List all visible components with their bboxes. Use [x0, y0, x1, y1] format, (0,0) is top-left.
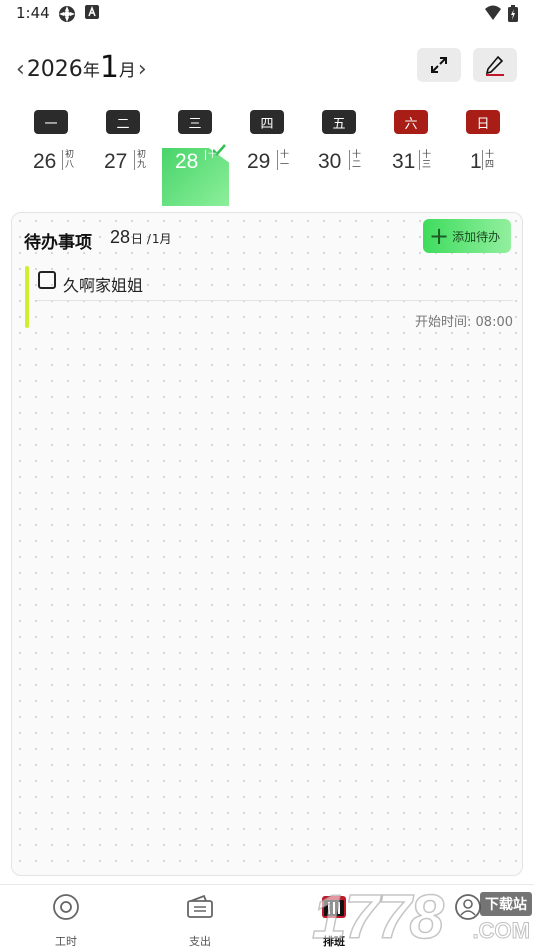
day-cell[interactable]: 六 31 十三 — [376, 108, 446, 208]
network-icon — [59, 6, 75, 22]
day-cell[interactable]: 五 30 十二 — [304, 108, 374, 208]
todo-color-bar — [25, 266, 29, 328]
month-number[interactable]: 1 — [100, 52, 119, 84]
expand-icon — [431, 57, 447, 73]
user-icon — [455, 894, 481, 920]
add-todo-button[interactable]: + 添加待办 — [423, 219, 511, 253]
todo-checkbox[interactable] — [38, 271, 56, 289]
lunar-date: 十一 — [277, 150, 289, 170]
day-cell-selected[interactable]: 三 28 十 — [160, 108, 230, 208]
todo-date: 28 日 / 1月 — [110, 227, 172, 248]
day-number: 27 — [104, 150, 128, 173]
weekday-label: 五 — [322, 110, 356, 134]
schedule-icon — [322, 896, 346, 918]
nav-label: 工时 — [55, 935, 77, 948]
weekday-label: 四 — [250, 110, 284, 134]
lunar-date: 十四 — [482, 150, 494, 170]
add-todo-label: 添加待办 — [452, 229, 501, 244]
todo-title: 待办事项 — [24, 233, 92, 253]
month-navigator: ‹ 2026 年 1 月 › — [14, 48, 149, 84]
divider — [37, 300, 513, 301]
status-bar: 1:44 — [0, 0, 534, 28]
weekday-label: 三 — [178, 110, 212, 134]
day-number: 26 — [33, 150, 57, 173]
wallet-icon — [187, 894, 213, 918]
nav-label: 排班 — [323, 935, 345, 948]
todo-date-day: 28 — [110, 227, 131, 247]
year-label[interactable]: 2026 — [27, 56, 83, 84]
day-number: 28 — [175, 150, 199, 173]
nav-item-profile[interactable] — [433, 893, 503, 947]
chevron-left-icon[interactable]: ‹ — [14, 56, 27, 84]
wifi-icon — [485, 5, 501, 20]
weekday-label: 二 — [106, 110, 140, 134]
plus-icon: + — [429, 222, 450, 250]
status-time: 1:44 — [16, 4, 50, 22]
lunar-date: 初九 — [134, 150, 146, 170]
lunar-date: 十二 — [349, 150, 361, 170]
lunar-date: 十 — [205, 150, 217, 160]
nav-item-expenses[interactable]: 支出 — [165, 893, 235, 948]
day-number: 29 — [247, 150, 271, 173]
day-cell[interactable]: 一 26 初八 — [16, 108, 86, 208]
weekday-label: 六 — [394, 110, 428, 134]
todo-item-text: 久啊家姐姐 — [63, 276, 144, 295]
todo-panel: 待办事项 28 日 / 1月 + 添加待办 久啊家姐姐 开始时间: 08:00 — [11, 212, 523, 876]
battery-icon — [508, 5, 518, 22]
day-number: 1 — [470, 150, 482, 173]
lunar-date: 初八 — [62, 150, 74, 170]
year-suffix: 年 — [82, 61, 100, 81]
day-cell[interactable]: 四 29 十一 — [232, 108, 302, 208]
bottom-nav: 工时 支出 排班 — [0, 884, 534, 950]
clock-circle-icon — [53, 894, 79, 920]
expand-button[interactable] — [417, 48, 461, 82]
lunar-date: 十三 — [419, 150, 431, 170]
day-number: 31 — [392, 150, 416, 173]
weekday-label: 日 — [466, 110, 500, 134]
todo-item[interactable]: 久啊家姐姐 开始时间: 08:00 — [25, 266, 515, 330]
month-suffix: 月 — [118, 61, 136, 81]
todo-date-month: 1月 — [151, 232, 172, 246]
pencil-icon — [485, 55, 504, 76]
week-strip: 一 26 初八 二 27 初九 三 28 十 四 29 十一 五 30 十二 六… — [16, 108, 519, 208]
nav-item-schedule[interactable]: 排班 — [299, 893, 369, 948]
todo-date-sep: 日 / — [131, 232, 151, 246]
weekday-label: 一 — [34, 110, 68, 134]
a-icon — [85, 5, 99, 19]
day-number: 30 — [318, 150, 342, 173]
day-cell[interactable]: 日 1 十四 — [448, 108, 518, 208]
nav-label: 支出 — [189, 935, 211, 948]
day-cell[interactable]: 二 27 初九 — [88, 108, 158, 208]
chevron-right-icon[interactable]: › — [136, 56, 149, 84]
nav-item-work-hours[interactable]: 工时 — [31, 893, 101, 948]
todo-start-time: 开始时间: 08:00 — [415, 315, 513, 330]
edit-button[interactable] — [473, 48, 517, 82]
